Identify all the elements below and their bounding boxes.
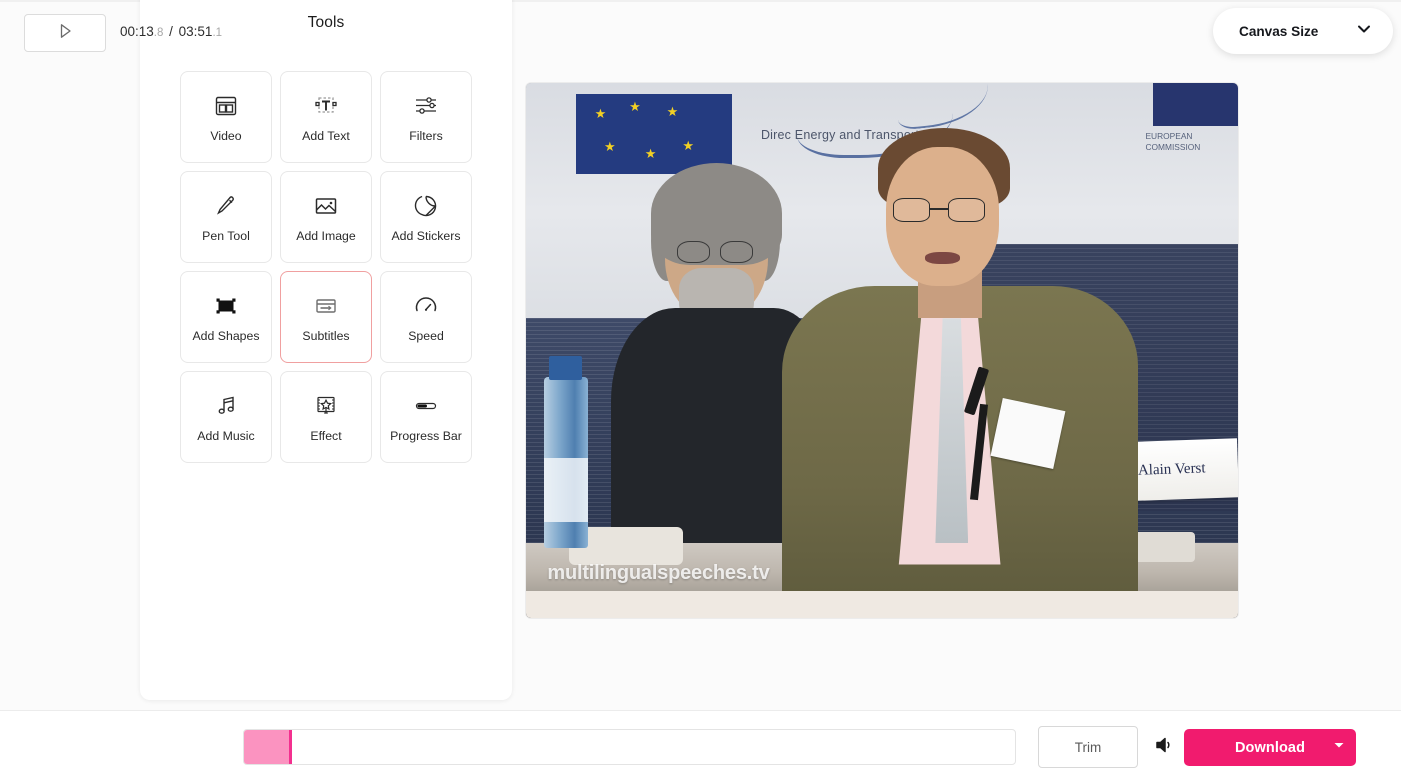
tool-tile-pen-tool[interactable]: Pen Tool <box>180 171 272 263</box>
editor-area: Tools Video Add Text Filters Pen Tool Ad… <box>0 0 1401 710</box>
tool-label-video: Video <box>210 129 242 144</box>
time-separator: / <box>165 24 177 39</box>
person-left-hair <box>650 163 783 265</box>
tool-label-add-music: Add Music <box>197 429 255 444</box>
water-bottle-label <box>543 457 588 522</box>
timeline-scrubber[interactable] <box>243 729 1016 765</box>
tool-label-speed: Speed <box>408 329 444 344</box>
tool-label-add-text: Add Text <box>302 129 350 144</box>
text-box-icon <box>311 91 341 121</box>
video-preview[interactable]: ★ ★ ★ ★ ★ ★ Direc Energy and Transport E… <box>526 83 1238 618</box>
tool-tile-add-stickers[interactable]: Add Stickers <box>380 171 472 263</box>
timeline-playhead[interactable] <box>289 730 293 764</box>
subtitles-icon <box>311 291 341 321</box>
sticker-icon <box>411 191 441 221</box>
tool-tile-video[interactable]: Video <box>180 71 272 163</box>
chevron-down-icon <box>1355 20 1373 43</box>
play-button[interactable] <box>24 14 106 52</box>
tool-tile-subtitles[interactable]: Subtitles <box>280 271 372 363</box>
name-card-text: Alain Verst <box>1138 460 1207 480</box>
person-right-glasses-bridge <box>929 208 949 210</box>
timeline-progress-fill <box>244 730 291 764</box>
tool-tile-add-image[interactable]: Add Image <box>280 171 372 263</box>
tool-label-add-stickers: Add Stickers <box>391 229 461 244</box>
volume-icon <box>1153 733 1177 762</box>
person-left-glasses-right <box>720 240 754 264</box>
tool-label-progress-bar: Progress Bar <box>390 429 462 444</box>
time-display: 00:13.8 / 03:51.1 <box>120 24 222 39</box>
video-watermark: multilingualspeeches.tv <box>547 561 770 584</box>
trim-label: Trim <box>1074 739 1102 755</box>
tool-tile-filters[interactable]: Filters <box>380 71 472 163</box>
table-front-edge <box>526 591 1238 618</box>
video-layout-icon <box>211 91 241 121</box>
tool-tile-add-music[interactable]: Add Music <box>180 371 272 463</box>
speedometer-icon <box>411 291 441 321</box>
person-right-glasses-left <box>892 198 930 222</box>
canvas-size-label: Canvas Size <box>1239 23 1319 39</box>
shapes-icon <box>211 291 241 321</box>
pen-icon <box>211 191 241 221</box>
tool-label-add-shapes: Add Shapes <box>192 329 260 344</box>
tool-label-effect: Effect <box>310 429 342 444</box>
eu-commission-text: EUROPEAN COMMISSION <box>1145 131 1201 152</box>
image-icon <box>311 191 341 221</box>
current-time-fraction: .8 <box>153 27 164 39</box>
tool-label-add-image: Add Image <box>296 229 356 244</box>
sliders-icon <box>411 91 441 121</box>
total-time: 03:51 <box>178 24 213 39</box>
tool-tile-effect[interactable]: Effect <box>280 371 372 463</box>
tool-tile-add-text[interactable]: Add Text <box>280 71 372 163</box>
tool-tile-add-shapes[interactable]: Add Shapes <box>180 271 272 363</box>
tool-tile-progress-bar[interactable]: Progress Bar <box>380 371 472 463</box>
eu-commission-flag <box>1152 83 1238 126</box>
effect-sparkle-icon <box>311 391 341 421</box>
current-time: 00:13 <box>120 24 154 39</box>
tool-tile-speed[interactable]: Speed <box>380 271 472 363</box>
canvas-size-button[interactable]: Canvas Size <box>1213 8 1393 54</box>
tools-grid: Video Add Text Filters Pen Tool Add Imag… <box>180 71 472 463</box>
person-right-glasses-right <box>948 198 986 222</box>
tools-panel: Tools Video Add Text Filters Pen Tool Ad… <box>140 0 512 700</box>
download-label: Download <box>1234 739 1306 756</box>
volume-button[interactable] <box>1150 732 1180 762</box>
tool-label-subtitles: Subtitles <box>302 329 350 344</box>
video-editor-app: Tools Video Add Text Filters Pen Tool Ad… <box>0 0 1401 775</box>
person-right-mouth <box>924 251 961 265</box>
caret-down-icon <box>1332 738 1346 757</box>
play-icon <box>55 21 75 46</box>
progress-bar-icon <box>411 391 441 421</box>
eu-flag-graphic: ★ ★ ★ ★ ★ ★ <box>575 93 733 174</box>
total-time-fraction: .1 <box>212 27 223 39</box>
trim-button[interactable]: Trim <box>1038 726 1138 768</box>
tool-label-pen-tool: Pen Tool <box>202 229 250 244</box>
tool-label-filters: Filters <box>409 129 443 144</box>
music-note-icon <box>211 391 241 421</box>
water-bottle-cap <box>549 355 582 380</box>
person-left-glasses-left <box>676 240 710 264</box>
download-dropdown-button[interactable] <box>1322 729 1356 766</box>
